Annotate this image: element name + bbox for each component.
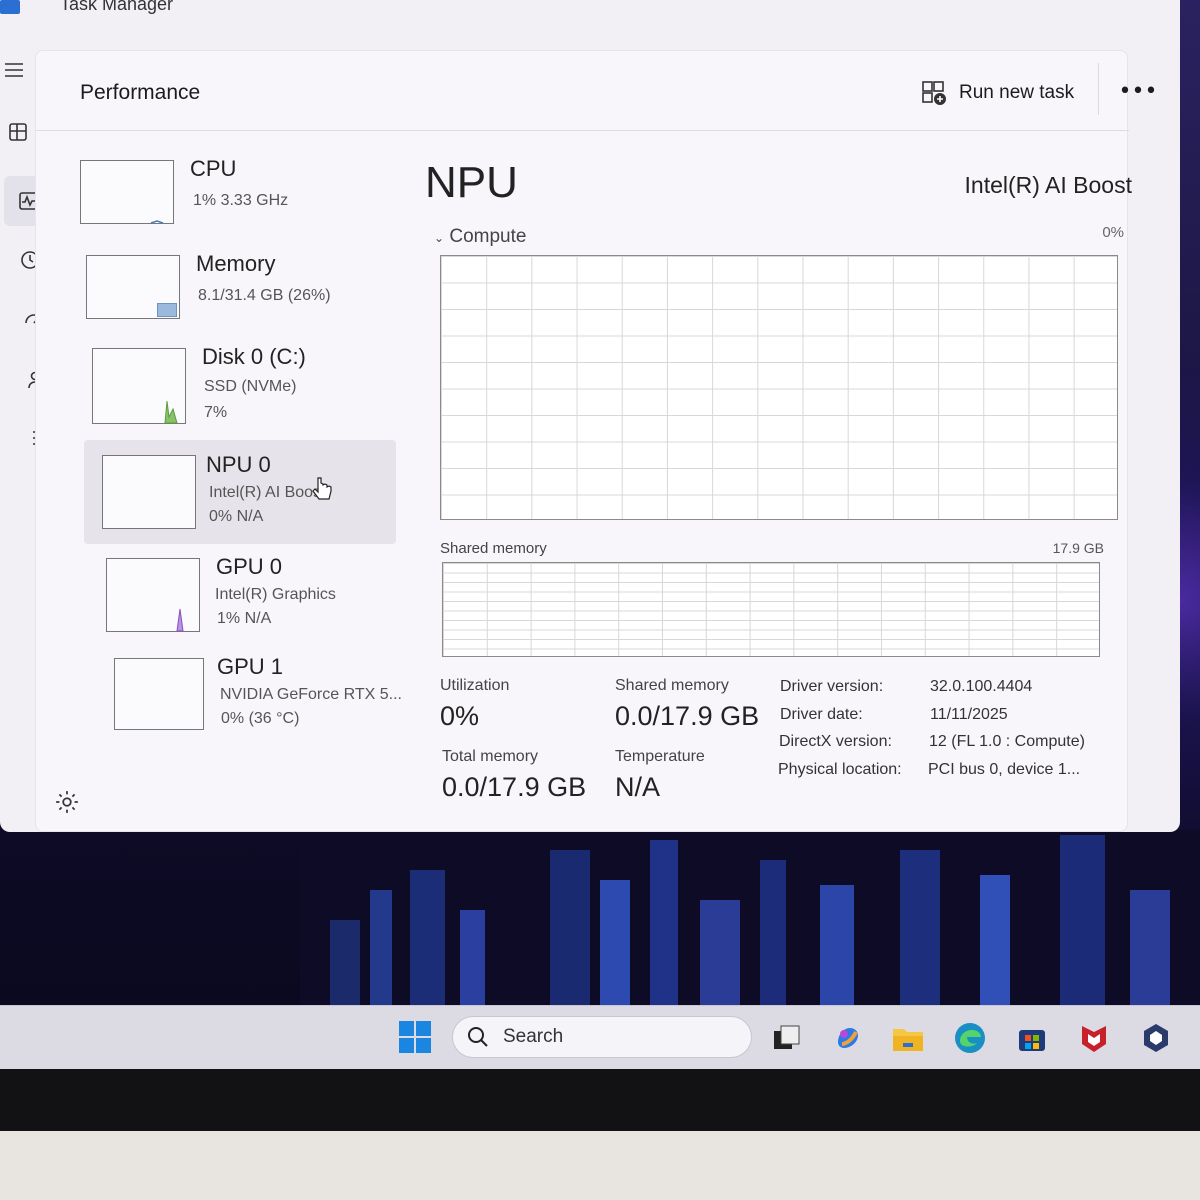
- memory-usage-fill: [157, 303, 177, 317]
- device-detail: SSD (NVMe): [204, 378, 297, 395]
- disk-thumbnail-graph: [92, 348, 186, 424]
- title-bar: Task Manager: [0, 0, 1180, 30]
- temperature-label: Temperature: [615, 748, 705, 765]
- total-memory-label: Total memory: [442, 748, 539, 765]
- search-label: Search: [503, 1026, 564, 1047]
- utilization-value: 0%: [440, 701, 480, 731]
- device-gpu-1[interactable]: GPU 1 NVIDIA GeForce RTX 5... 0% (36 °C): [114, 654, 426, 758]
- shared-memory-graph-label: Shared memory: [440, 540, 547, 557]
- device-usage: 1% N/A: [217, 610, 272, 627]
- device-usage: 0% (36 °C): [221, 710, 300, 727]
- task-manager-app-icon: [0, 0, 20, 14]
- detail-model: Intel(R) AI Boost: [964, 172, 1132, 198]
- device-detail: Intel(R) Graphics: [215, 586, 336, 603]
- shared-memory-graph-max: 17.9 GB: [1052, 540, 1104, 556]
- gpu1-thumbnail-graph: [114, 658, 204, 730]
- header-divider: [1098, 63, 1099, 115]
- window-title: Task Manager: [60, 0, 174, 14]
- gpu0-thumbnail-graph: [106, 558, 200, 632]
- npu-thumbnail-graph: [102, 455, 196, 529]
- device-detail: NVIDIA GeForce RTX 5...: [220, 686, 402, 703]
- security-app-icon[interactable]: [1138, 1020, 1174, 1056]
- device-usage: 7%: [204, 404, 228, 421]
- cpu-thumbnail-graph: [80, 160, 174, 224]
- utilization-label: Utilization: [440, 677, 510, 694]
- device-memory[interactable]: Memory 8.1/31.4 GB (26%): [86, 251, 398, 355]
- device-name: NPU 0: [206, 452, 271, 477]
- more-options-button[interactable]: •••: [1118, 71, 1158, 111]
- device-gpu-0[interactable]: GPU 0 Intel(R) Graphics 1% N/A: [106, 554, 418, 658]
- mouse-pointer-icon: [312, 477, 332, 500]
- page-title: Performance: [80, 81, 201, 104]
- hamburger-menu-icon[interactable]: [0, 50, 34, 90]
- run-new-task-icon: [922, 81, 946, 105]
- compute-label: Compute: [449, 226, 527, 247]
- desk-surface: [0, 1131, 1200, 1200]
- device-detail: Intel(R) AI Boost: [209, 484, 326, 501]
- compute-utilization-graph: [440, 255, 1118, 520]
- memory-thumbnail-graph: [86, 255, 180, 319]
- shared-memory-value: 0.0/17.9 GB: [615, 701, 760, 731]
- windows-start-icon[interactable]: [398, 1020, 432, 1054]
- directx-version-value: 12 (FL 1.0 : Compute): [929, 733, 1085, 750]
- search-icon: [468, 1027, 488, 1047]
- run-new-task-button[interactable]: Run new task: [921, 73, 1091, 113]
- device-name: CPU: [190, 156, 237, 181]
- edge-browser-icon[interactable]: [952, 1020, 988, 1056]
- driver-date-value: 11/11/2025: [930, 706, 1008, 723]
- settings-gear-icon[interactable]: [54, 789, 84, 819]
- temperature-value: N/A: [615, 772, 661, 802]
- city-skyline-image: [300, 830, 1200, 1010]
- device-name: GPU 0: [216, 554, 283, 579]
- file-explorer-icon[interactable]: [890, 1020, 926, 1056]
- microsoft-store-icon[interactable]: [1014, 1020, 1050, 1056]
- device-name: GPU 1: [217, 654, 284, 679]
- driver-date-key: Driver date:: [780, 706, 863, 723]
- detail-title: NPU: [425, 158, 518, 207]
- processes-icon[interactable]: [0, 112, 38, 152]
- device-disk-0[interactable]: Disk 0 (C:) SSD (NVMe) 7%: [92, 344, 404, 448]
- mcafee-icon[interactable]: [1076, 1020, 1112, 1056]
- monitor-bezel: [0, 1069, 1200, 1131]
- directx-version-key: DirectX version:: [779, 733, 892, 750]
- device-name: Disk 0 (C:): [202, 344, 306, 369]
- taskbar: Search: [0, 1005, 1200, 1069]
- total-memory-value: 0.0/17.9 GB: [442, 772, 587, 802]
- copilot-icon[interactable]: [830, 1020, 866, 1056]
- compute-selector[interactable]: ⌄ Compute: [434, 226, 526, 248]
- shared-memory-graph: [442, 562, 1100, 657]
- device-npu-0[interactable]: NPU 0 Intel(R) AI Boost 0% N/A: [84, 440, 396, 544]
- physical-location-value: PCI bus 0, device 1...: [928, 761, 1081, 778]
- device-cpu[interactable]: CPU 1% 3.33 GHz: [80, 156, 392, 260]
- device-usage: 0% N/A: [209, 508, 264, 525]
- taskbar-search-box[interactable]: Search: [452, 1016, 752, 1058]
- driver-version-value: 32.0.100.4404: [930, 678, 1033, 695]
- device-detail: 8.1/31.4 GB (26%): [198, 287, 331, 304]
- shared-memory-label: Shared memory: [615, 677, 729, 694]
- device-name: Memory: [196, 251, 276, 276]
- driver-version-key: Driver version:: [780, 678, 884, 695]
- chevron-down-icon: ⌄: [434, 231, 445, 245]
- physical-location-key: Physical location:: [778, 761, 902, 778]
- task-view-icon[interactable]: [768, 1020, 804, 1056]
- run-new-task-label: Run new task: [959, 82, 1075, 103]
- compute-percent-max: 0%: [1102, 224, 1124, 241]
- device-detail: 1% 3.33 GHz: [193, 192, 289, 209]
- panel-header: Performance Run new task •••: [36, 51, 1157, 131]
